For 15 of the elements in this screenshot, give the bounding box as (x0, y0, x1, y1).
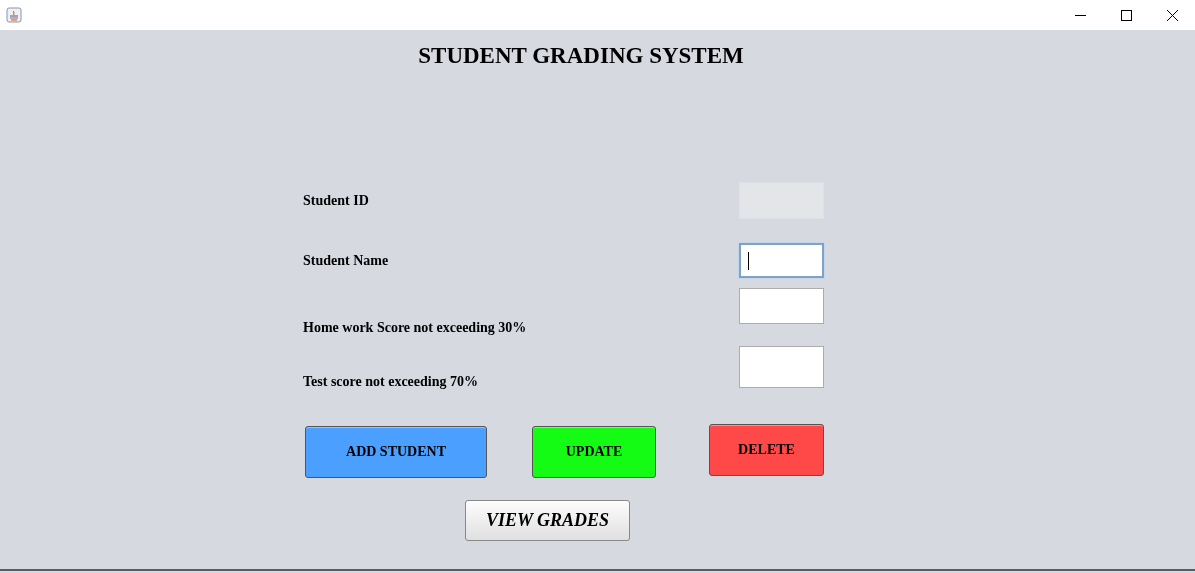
field-label: Student ID (303, 192, 370, 209)
field-label: Home work Score not exceeding 30% (303, 320, 528, 336)
text-field[interactable] (739, 346, 824, 388)
window-title: STUDENT GRADING SYSTEM (417, 42, 745, 69)
text-field[interactable] (739, 243, 824, 278)
java-cup-icon (6, 7, 22, 23)
action-button[interactable]: DELETE (709, 424, 824, 476)
action-button[interactable]: ADD STUDENT (305, 426, 487, 478)
text-field[interactable] (739, 288, 824, 324)
maximize-icon[interactable] (1120, 9, 1132, 21)
field-label: Test score not exceeding 70% (303, 374, 479, 390)
field-label: Student Name (303, 252, 390, 269)
view-grades-button[interactable]: VIEW GRADES (465, 500, 630, 541)
action-button[interactable]: UPDATE (532, 426, 656, 478)
close-icon[interactable] (1166, 9, 1178, 21)
